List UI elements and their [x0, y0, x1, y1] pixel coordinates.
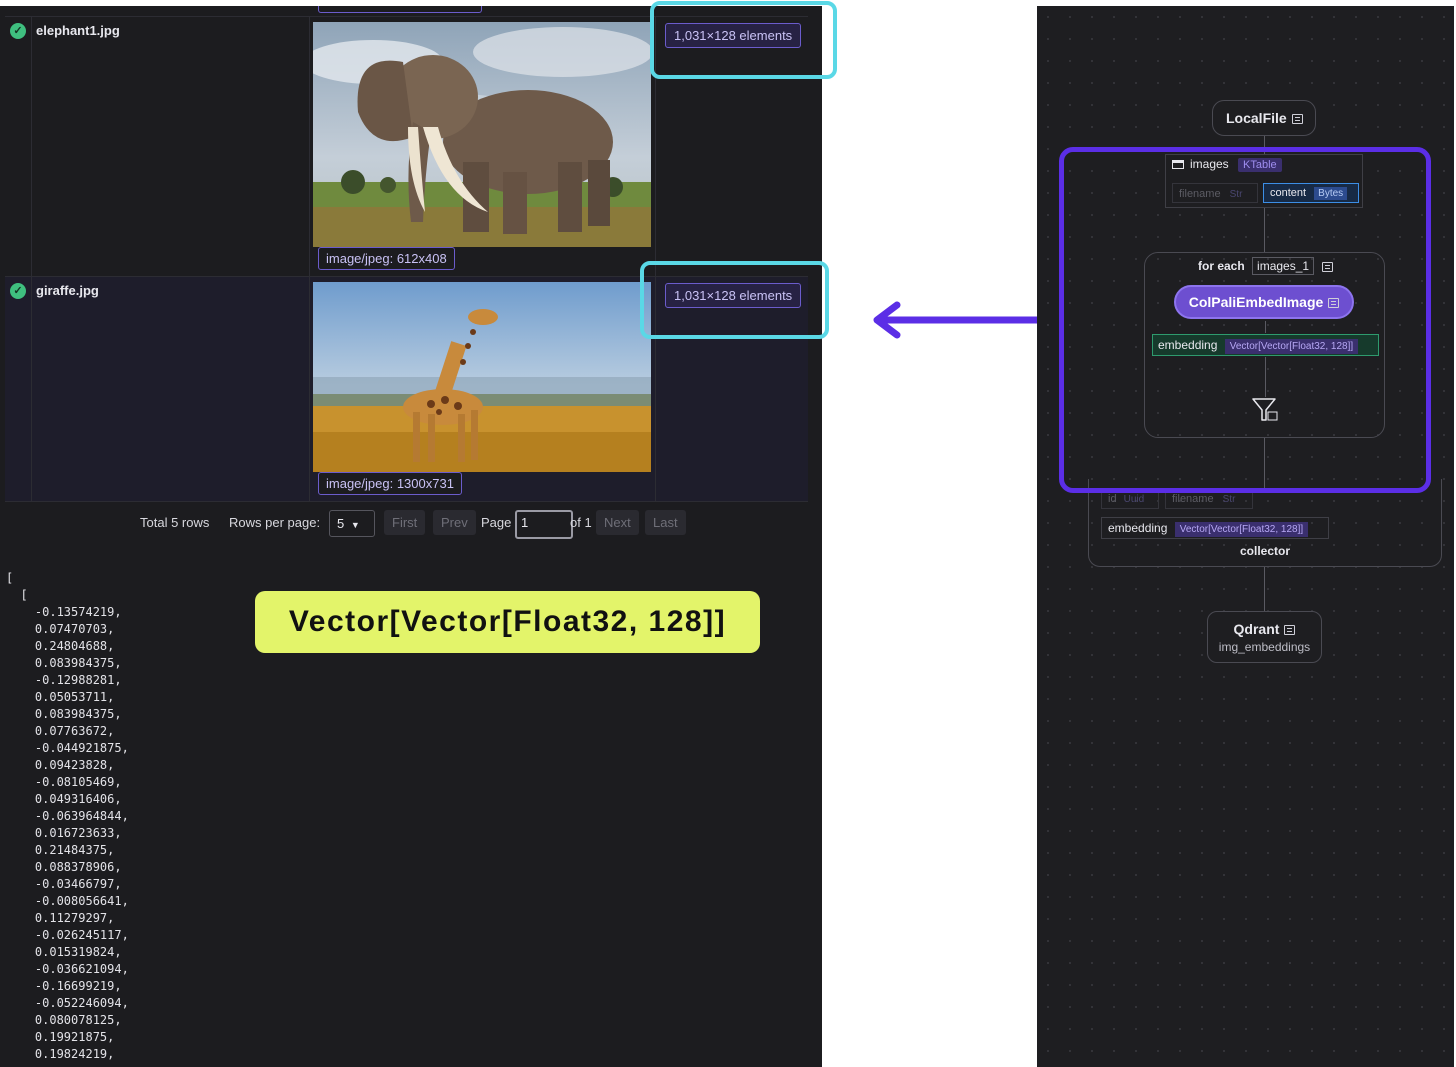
filename-cell: giraffe.jpg — [36, 283, 99, 298]
previous-row-mime-tag — [318, 6, 482, 13]
arrow-left-icon — [873, 301, 1057, 339]
highlight-box — [650, 1, 837, 79]
prev-page-button[interactable]: Prev — [433, 510, 476, 535]
connector — [1264, 567, 1265, 611]
page-label: Page — [481, 515, 512, 530]
column-divider — [31, 17, 32, 277]
rows-per-page-value: 5 — [337, 516, 345, 531]
column-divider — [309, 17, 310, 277]
page-number-input[interactable]: 1 — [515, 510, 573, 539]
first-page-button[interactable]: First — [384, 510, 426, 535]
success-check-icon: ✓ — [10, 283, 26, 299]
vector-dump: [ [ -0.13574219, 0.07470703, 0.24804688,… — [6, 571, 129, 1061]
highlight-box — [640, 261, 829, 339]
page-count-label: of 1 — [570, 515, 592, 530]
doc-icon — [1291, 114, 1303, 125]
qdrant-label: Qdrant — [1233, 621, 1280, 637]
mime-tag: image/jpeg: 1300x731 — [318, 472, 462, 495]
filename-cell: elephant1.jpg — [36, 23, 120, 38]
elephant-image — [313, 22, 651, 247]
success-check-icon: ✓ — [10, 23, 26, 39]
localfile-label: LocalFile — [1226, 110, 1287, 126]
type-badge: Vector[Vector[Float32, 128]] — [255, 591, 760, 653]
last-page-button[interactable]: Last — [645, 510, 686, 535]
highlight-box — [1059, 147, 1431, 493]
mime-tag: image/jpeg: 612x408 — [318, 247, 455, 270]
rows-per-page-label: Rows per page: — [229, 515, 321, 530]
qdrant-node[interactable]: Qdrant img_embeddings — [1207, 611, 1322, 663]
giraffe-image — [313, 282, 651, 472]
data-table-panel: ✓ elephant1.jpg image/jpeg: 612x408 1,03… — [0, 6, 822, 1067]
chevron-down-icon: ▼ — [350, 520, 360, 530]
total-rows-label: Total 5 rows — [140, 515, 210, 530]
next-page-button[interactable]: Next — [596, 510, 639, 535]
rows-per-page-select[interactable]: 5 ▼ — [329, 510, 375, 537]
doc-icon — [1284, 625, 1296, 636]
column-divider — [309, 277, 310, 501]
field-embedding: embedding Vector[Vector[Float32, 128]] — [1101, 517, 1329, 539]
column-divider — [31, 277, 32, 501]
qdrant-collection-label: img_embeddings — [1218, 640, 1311, 654]
localfile-node[interactable]: LocalFile — [1212, 100, 1316, 136]
collector-label: collector — [1239, 544, 1290, 558]
